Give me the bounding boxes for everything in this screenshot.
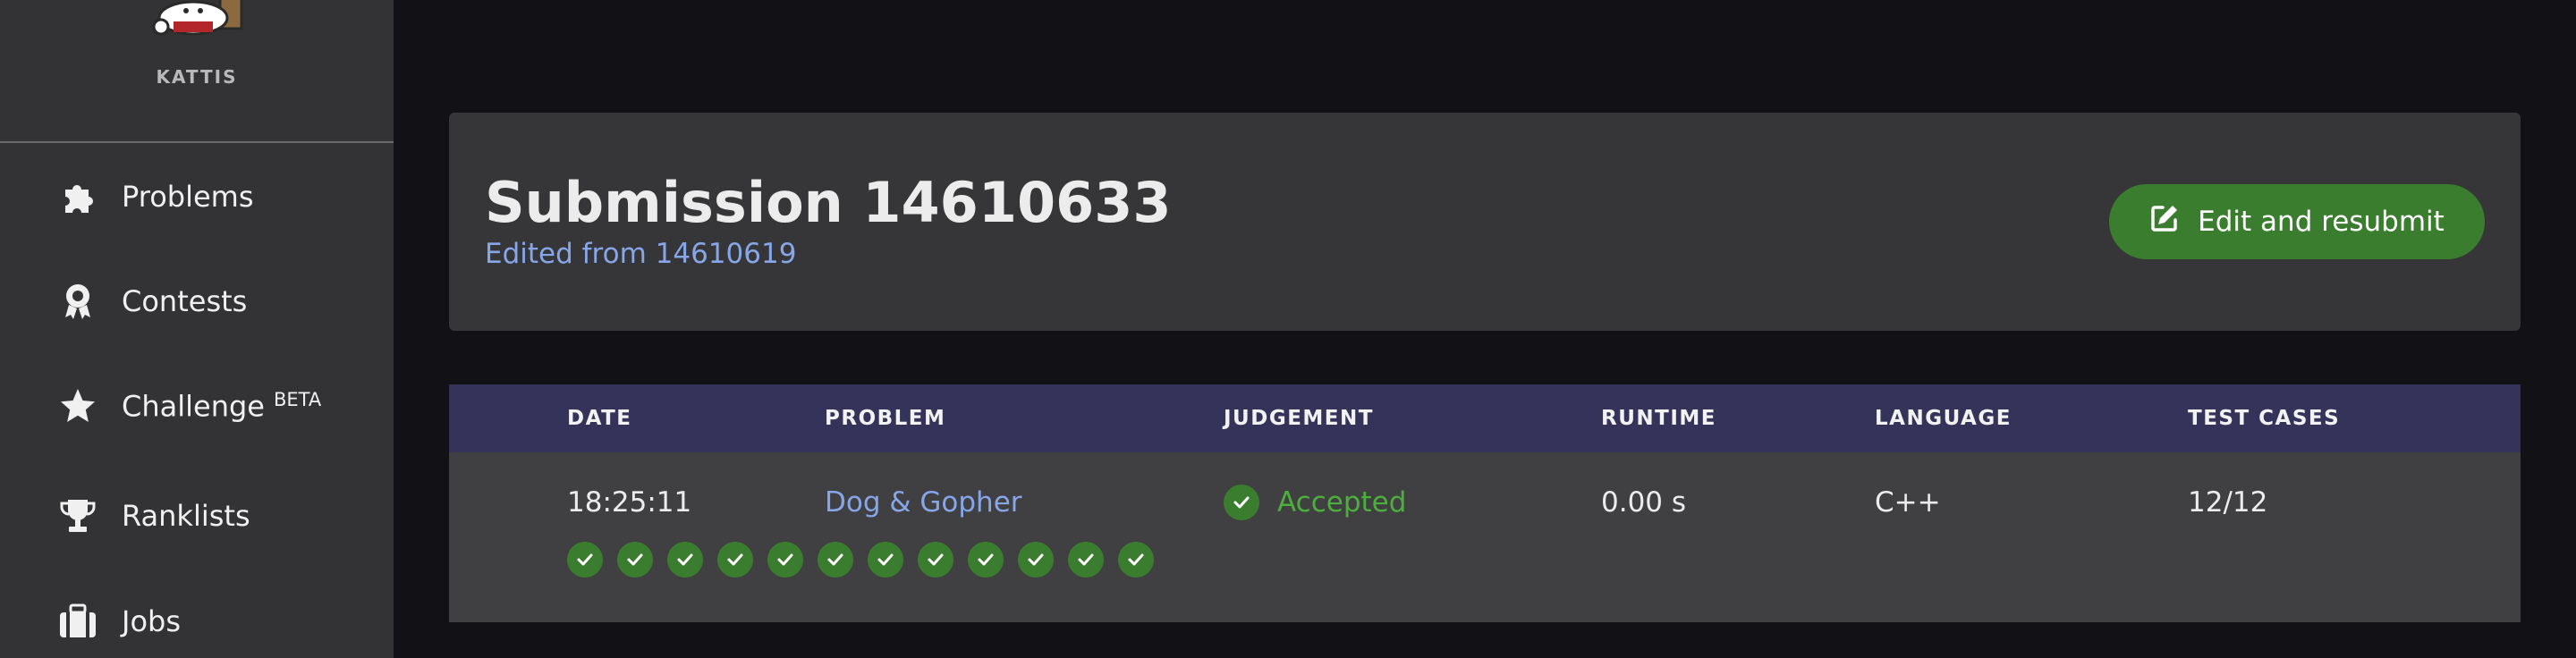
challenge-label: Challenge <box>122 389 265 424</box>
sidebar-item-label: Problems <box>122 180 254 214</box>
submission-table: DATE PROBLEM JUDGEMENT RUNTIME LANGUAGE … <box>449 384 2521 622</box>
sidebar-item-contests[interactable]: Contests <box>0 266 394 337</box>
test-case-check-icon[interactable] <box>1068 542 1104 578</box>
test-case-check-icon[interactable] <box>868 542 903 578</box>
cell-test-cases: 12/12 <box>2188 486 2268 519</box>
problem-link[interactable]: Dog & Gopher <box>825 483 1022 522</box>
column-header-test-cases: TEST CASES <box>2188 407 2341 430</box>
table-row: 18:25:11 Dog & Gopher Accepted 0.00 s C+… <box>449 452 2521 622</box>
submission-header-card: Submission 14610633 Edited from 14610619… <box>449 113 2521 331</box>
test-case-check-icon[interactable] <box>968 542 1004 578</box>
test-case-check-icon[interactable] <box>617 542 653 578</box>
trophy-icon <box>57 495 98 536</box>
test-case-check-icon[interactable] <box>717 542 753 578</box>
accepted-check-icon <box>1224 485 1259 520</box>
test-case-check-icon[interactable] <box>818 542 853 578</box>
sidebar-item-label: Challenge BETA <box>122 389 321 424</box>
test-case-check-icon[interactable] <box>667 542 703 578</box>
brand-name: KATTIS <box>156 66 238 88</box>
test-case-check-icon[interactable] <box>567 542 603 578</box>
cell-date: 18:25:11 <box>567 486 692 519</box>
sidebar-item-problems[interactable]: Problems <box>0 161 394 232</box>
briefcase-icon <box>57 601 98 642</box>
star-icon <box>57 385 98 426</box>
sidebar-item-label: Contests <box>122 284 248 318</box>
sidebar-item-ranklists[interactable]: Ranklists <box>0 480 394 552</box>
judgement-text: Accepted <box>1277 486 1407 519</box>
sidebar-item-challenge[interactable]: Challenge BETA <box>0 370 394 442</box>
table-header: DATE PROBLEM JUDGEMENT RUNTIME LANGUAGE … <box>449 384 2521 452</box>
sidebar-item-jobs[interactable]: Jobs <box>0 586 394 657</box>
edited-from-link[interactable]: Edited from 14610619 <box>485 238 796 270</box>
test-case-check-icon[interactable] <box>918 542 953 578</box>
cell-language: C++ <box>1875 486 1941 519</box>
cell-judgement: Accepted <box>1224 483 1406 522</box>
edit-icon <box>2149 203 2180 240</box>
column-header-date: DATE <box>567 407 632 430</box>
page-title: Submission 14610633 <box>485 170 1172 235</box>
column-header-runtime: RUNTIME <box>1601 407 1716 430</box>
test-case-check-icon[interactable] <box>1018 542 1054 578</box>
edit-and-resubmit-label: Edit and resubmit <box>2198 206 2445 238</box>
test-case-check-icon[interactable] <box>1118 542 1154 578</box>
brand-area: KATTIS <box>0 0 394 143</box>
award-icon <box>57 281 98 322</box>
edit-and-resubmit-button[interactable]: Edit and resubmit <box>2109 184 2485 259</box>
column-header-language: LANGUAGE <box>1875 407 2012 430</box>
sidebar-item-label: Ranklists <box>122 499 250 533</box>
column-header-problem: PROBLEM <box>825 407 946 430</box>
puzzle-icon <box>57 176 98 217</box>
kattis-mascot-logo[interactable] <box>141 0 256 38</box>
sidebar-item-label: Jobs <box>122 604 181 638</box>
cell-runtime: 0.00 s <box>1601 486 1687 519</box>
sidebar: KATTIS Problems Contests Challenge BETA <box>0 0 394 658</box>
column-header-judgement: JUDGEMENT <box>1224 407 1374 430</box>
beta-badge: BETA <box>273 388 322 410</box>
test-case-results <box>567 542 1154 581</box>
test-case-check-icon[interactable] <box>767 542 803 578</box>
